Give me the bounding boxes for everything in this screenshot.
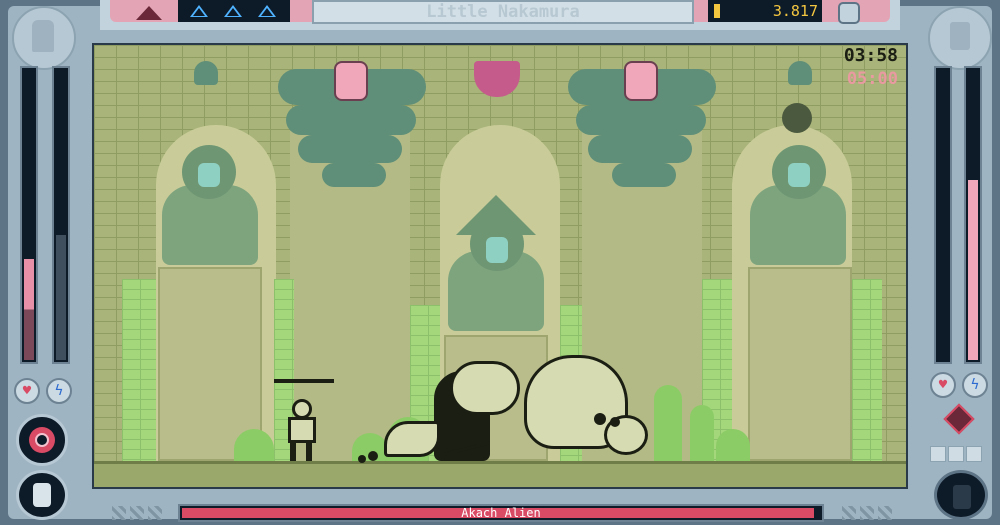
right-outer-meter-fill [968, 78, 978, 360]
serpent-face [624, 61, 658, 101]
statue-face [788, 163, 810, 187]
serpent-coil [612, 163, 676, 187]
target-timer: 05:00 [846, 69, 898, 89]
inventory-slot[interactable] [966, 446, 982, 462]
ceiling-ornament [194, 61, 218, 85]
left-inner-meter [52, 66, 70, 364]
serpent-coil [322, 163, 386, 187]
green-brick-column [852, 279, 882, 461]
floor [94, 461, 906, 487]
left-outer-meter [20, 66, 38, 364]
level-title: Little Nakamura [312, 0, 694, 24]
character-portrait-icon[interactable] [12, 6, 76, 70]
debris [358, 455, 366, 463]
life-triangle-icon [224, 5, 242, 17]
heart-icon[interactable]: ♥ [930, 372, 956, 398]
bush [690, 405, 714, 461]
card-icon[interactable] [928, 6, 992, 70]
player-character [284, 399, 320, 461]
serpent-coil [298, 135, 402, 163]
gold-value: 3.817 [772, 2, 818, 20]
coin-icon [714, 4, 720, 18]
pedestal [748, 267, 852, 461]
inventory-slot[interactable] [930, 446, 946, 462]
decor-stripe [130, 506, 144, 520]
companion-avatar-icon[interactable] [934, 470, 988, 520]
ceiling-ornament [788, 61, 812, 85]
serpent-face [334, 61, 368, 101]
player-health-bar [274, 379, 334, 383]
left-outer-meter-fill [24, 258, 34, 360]
right-inner-meter [934, 66, 952, 364]
lightning-icon[interactable]: ϟ [962, 372, 988, 398]
life-triangle-icon [258, 5, 276, 17]
boss-enemy [384, 351, 664, 463]
debris [368, 451, 378, 461]
right-inner-meter-fill [938, 206, 948, 360]
decor-stripe [878, 506, 892, 520]
bush [234, 429, 274, 461]
elapsed-timer: 03:58 [843, 45, 898, 66]
serpent-coil [286, 105, 416, 135]
inventory-slot[interactable] [948, 446, 964, 462]
lives-indicator [178, 0, 290, 22]
lightning-icon[interactable]: ϟ [46, 378, 72, 404]
serpent-coil [576, 105, 706, 135]
statue-face [198, 163, 220, 187]
decor-stripe [112, 506, 126, 520]
decor-stripe [148, 506, 162, 520]
dark-orb [782, 103, 812, 133]
player-avatar-icon[interactable] [16, 470, 68, 520]
life-triangle-icon [190, 5, 208, 17]
hexagon-icon[interactable] [838, 2, 860, 24]
decor-stripe [842, 506, 856, 520]
heart-icon[interactable]: ♥ [14, 378, 40, 404]
target-ability-icon[interactable] [16, 414, 68, 466]
green-brick-column [122, 279, 156, 461]
menu-triangle-icon[interactable] [136, 6, 162, 20]
boss-name: Akach Alien [461, 506, 541, 520]
statue-face [486, 237, 508, 263]
right-outer-meter [964, 66, 982, 364]
game-viewport[interactable]: 03:58 05:00 [92, 43, 908, 489]
left-inner-meter-fill [56, 235, 66, 360]
decor-stripe [860, 506, 874, 520]
bush [716, 429, 750, 461]
serpent-coil [588, 135, 692, 163]
